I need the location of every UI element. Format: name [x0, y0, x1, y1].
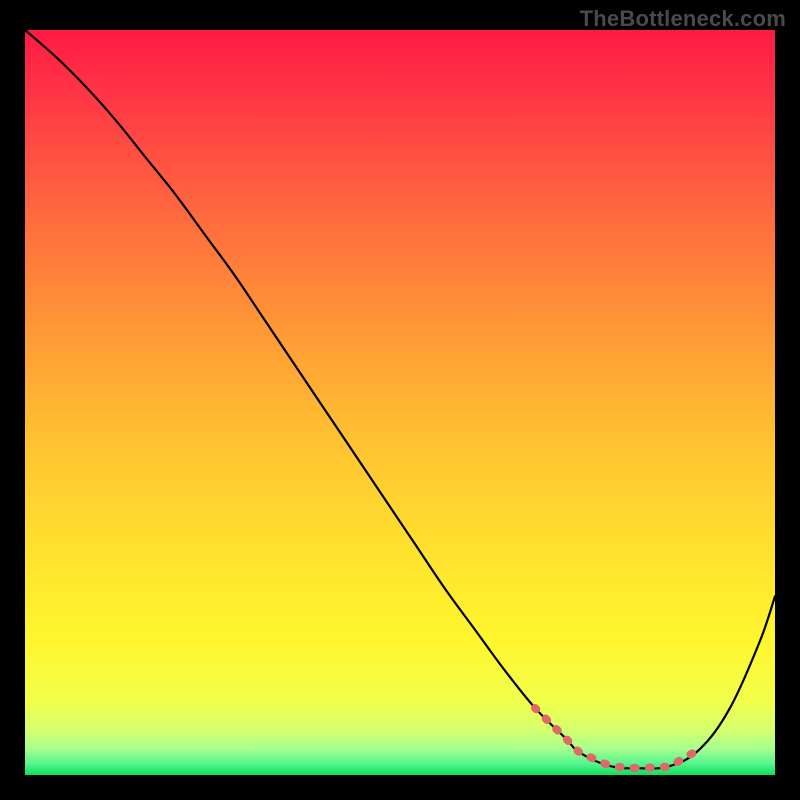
gradient-background [25, 30, 775, 775]
chart-stage: TheBottleneck.com [0, 0, 800, 800]
plot-area [25, 30, 775, 775]
chart-svg [25, 30, 775, 775]
attribution-text: TheBottleneck.com [580, 6, 786, 32]
